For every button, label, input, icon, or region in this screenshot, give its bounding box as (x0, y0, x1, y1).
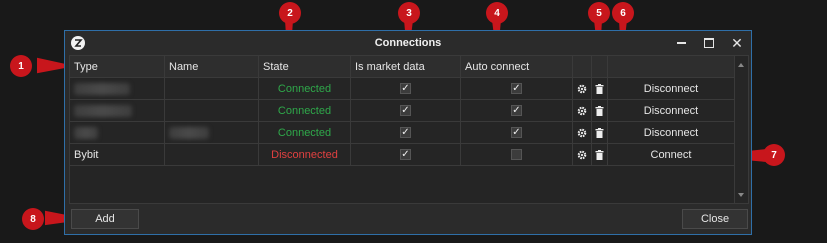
row-name-cell (165, 144, 259, 166)
state-label: Connected (277, 126, 332, 139)
auto-connect-checkbox[interactable] (511, 149, 522, 160)
row-type-cell: Bybit (70, 144, 165, 166)
row-state-cell: Connected (259, 100, 351, 122)
trash-icon[interactable] (595, 149, 604, 160)
settings-cell (573, 144, 592, 166)
maximize-icon (704, 38, 714, 48)
row-name-cell (165, 100, 259, 122)
connect-button[interactable]: Connect (608, 144, 735, 166)
disconnect-button[interactable]: Disconnect (608, 122, 735, 144)
row-type-label: Bybit (74, 148, 99, 161)
connections-window: Connections ✕ Type Name State Is market … (64, 30, 752, 235)
callout-2: 2 (279, 2, 301, 24)
row-state-cell: Disconnected (259, 144, 351, 166)
market-data-checkbox[interactable]: ✓ (400, 149, 411, 160)
auto-connect-cell: ✓ (461, 122, 573, 144)
column-header-state[interactable]: State (259, 56, 351, 78)
trash-icon[interactable] (595, 83, 604, 94)
delete-cell (592, 100, 608, 122)
auto-connect-checkbox[interactable]: ✓ (511, 127, 522, 138)
table-row[interactable]: Bybit Disconnected ✓ Connect (70, 144, 735, 166)
redacted-name (169, 126, 209, 139)
auto-connect-cell (461, 144, 573, 166)
column-header-action (608, 56, 735, 78)
state-label: Connected (277, 104, 332, 117)
window-title: Connections (374, 37, 442, 49)
add-button[interactable]: Add (71, 209, 139, 229)
market-data-cell: ✓ (351, 144, 461, 166)
auto-connect-checkbox[interactable]: ✓ (511, 83, 522, 94)
scroll-up-icon[interactable] (738, 63, 744, 67)
connections-grid[interactable]: Type Name State Is market data Auto conn… (69, 55, 749, 204)
grid-header: Type Name State Is market data Auto conn… (70, 56, 735, 78)
market-data-checkbox[interactable]: ✓ (400, 83, 411, 94)
gear-icon[interactable] (577, 84, 587, 94)
callout-3: 3 (398, 2, 420, 24)
table-row[interactable]: Connected ✓ ✓ Disconnect (70, 122, 735, 144)
close-button[interactable]: Close (682, 209, 748, 229)
market-data-cell: ✓ (351, 122, 461, 144)
column-header-name[interactable]: Name (165, 56, 259, 78)
row-type-cell (70, 100, 165, 122)
column-header-auto-connect[interactable]: Auto connect (461, 56, 573, 78)
row-name-cell (165, 78, 259, 100)
redacted-type (74, 82, 130, 95)
maximize-button[interactable] (697, 33, 721, 53)
callout-5: 5 (588, 2, 610, 24)
vertical-scrollbar[interactable] (734, 56, 748, 203)
trash-icon[interactable] (595, 105, 604, 116)
close-icon: ✕ (731, 35, 743, 51)
market-data-cell: ✓ (351, 100, 461, 122)
close-window-button[interactable]: ✕ (725, 33, 749, 53)
callout-8: 8 (22, 208, 44, 230)
auto-connect-cell: ✓ (461, 78, 573, 100)
gear-icon[interactable] (577, 128, 587, 138)
gear-icon[interactable] (577, 150, 587, 160)
trash-icon[interactable] (595, 127, 604, 138)
table-row[interactable]: Connected ✓ ✓ Disconnect (70, 100, 735, 122)
state-label: Disconnected (271, 148, 338, 161)
callout-7: 7 (763, 144, 785, 166)
minimize-icon (676, 42, 686, 44)
settings-cell (573, 100, 592, 122)
column-header-market-data[interactable]: Is market data (351, 56, 461, 78)
delete-cell (592, 122, 608, 144)
auto-connect-checkbox[interactable]: ✓ (511, 105, 522, 116)
auto-connect-cell: ✓ (461, 100, 573, 122)
row-state-cell: Connected (259, 122, 351, 144)
row-state-cell: Connected (259, 78, 351, 100)
minimize-button[interactable] (669, 33, 693, 53)
delete-cell (592, 78, 608, 100)
row-type-cell (70, 78, 165, 100)
redacted-type (74, 126, 98, 139)
market-data-checkbox[interactable]: ✓ (400, 127, 411, 138)
scroll-down-icon[interactable] (738, 193, 744, 197)
column-header-settings (573, 56, 592, 78)
settings-cell (573, 122, 592, 144)
disconnect-button[interactable]: Disconnect (608, 78, 735, 100)
state-label: Connected (277, 82, 332, 95)
title-bar[interactable]: Connections ✕ (65, 31, 751, 55)
disconnect-button[interactable]: Disconnect (608, 100, 735, 122)
redacted-type (74, 104, 132, 117)
market-data-cell: ✓ (351, 78, 461, 100)
settings-cell (573, 78, 592, 100)
callout-4: 4 (486, 2, 508, 24)
callout-1: 1 (10, 55, 32, 77)
gear-icon[interactable] (577, 106, 587, 116)
table-row[interactable]: Connected ✓ ✓ Disconnect (70, 78, 735, 100)
delete-cell (592, 144, 608, 166)
callout-6: 6 (612, 2, 634, 24)
row-name-cell (165, 122, 259, 144)
row-type-cell (70, 122, 165, 144)
column-header-type[interactable]: Type (70, 56, 165, 78)
market-data-checkbox[interactable]: ✓ (400, 105, 411, 116)
column-header-delete (592, 56, 608, 78)
